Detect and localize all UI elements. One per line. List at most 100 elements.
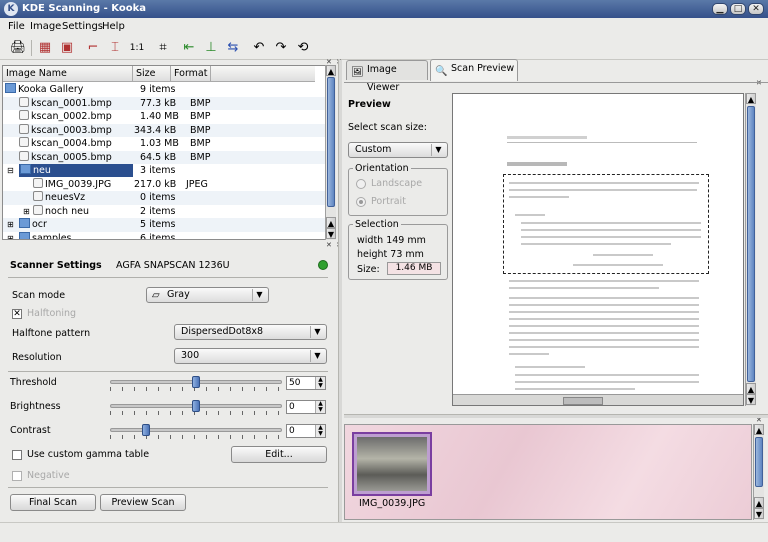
scroll-up-icon[interactable]: ▲	[754, 424, 764, 435]
tree-row-name: kscan_0001.bmp	[31, 97, 112, 109]
tree-row[interactable]: IMG_0039.JPG 217.0 kB JPEG	[3, 177, 325, 192]
thumbnail-image[interactable]	[352, 432, 432, 496]
tab-scan-preview[interactable]: 🔍 Scan Preview	[430, 59, 518, 81]
slider-handle[interactable]	[192, 376, 200, 388]
tree-row[interactable]: neuesVz 0 items	[3, 191, 325, 205]
expand-icon[interactable]: ⊞	[7, 218, 14, 231]
gallery-tree[interactable]: Image Name Size Format Kooka Gallery 9 it…	[2, 65, 326, 240]
menu-file[interactable]: File	[8, 21, 25, 32]
scroll-up-icon[interactable]: ▲	[326, 65, 336, 76]
scan-size-label: Select scan size:	[348, 122, 427, 133]
scroll-thumb[interactable]	[563, 397, 603, 405]
doc-header-rule	[507, 142, 697, 143]
portrait-radio[interactable]	[356, 197, 366, 207]
preview-scrollbar[interactable]: ▲ ▲ ▼	[745, 93, 756, 406]
fit-width-icon[interactable]: ⇤	[179, 38, 199, 58]
tree-row[interactable]: kscan_0004.bmp 1.03 MB BMP	[3, 137, 325, 151]
brightness-spinbox[interactable]: 0 ▲ ▼	[286, 400, 326, 414]
threshold-slider[interactable]	[110, 376, 282, 392]
expand-icon[interactable]: ⊞	[23, 205, 30, 218]
scroll-thumb[interactable]	[327, 77, 335, 207]
threshold-spinbox[interactable]: 50 ▲ ▼	[286, 376, 326, 390]
flip-icon[interactable]: ⇆	[223, 38, 243, 58]
tab-label: Scan Preview	[451, 63, 515, 74]
vertical-splitter[interactable]	[338, 60, 342, 522]
tree-row[interactable]: Kooka Gallery 9 items	[3, 83, 325, 97]
horizontal-splitter[interactable]	[344, 414, 768, 418]
scroll-up-icon[interactable]: ▲	[746, 93, 756, 104]
tree-scrollbar[interactable]: ▲ ▲ ▼	[325, 65, 336, 240]
collapse-icon[interactable]: ⊟	[7, 164, 14, 177]
column-header-format[interactable]: Format	[171, 66, 211, 82]
contrast-spinbox[interactable]: 0 ▲ ▼	[286, 424, 326, 438]
thumbnail-scrollbar[interactable]: ▲ ▲ ▼	[753, 424, 764, 520]
rotate-left-icon[interactable]: ↶	[249, 38, 269, 58]
chevron-down-icon: ▼	[431, 144, 445, 156]
actual-size-icon[interactable]: 1:1	[127, 38, 147, 58]
brightness-slider[interactable]	[110, 400, 282, 416]
halftone-pattern-select[interactable]: DispersedDot8x8 ▼	[174, 324, 327, 340]
menu-help[interactable]: Help	[102, 21, 125, 32]
doc-section-heading	[507, 162, 567, 166]
column-header-size[interactable]: Size	[133, 66, 171, 82]
slider-handle[interactable]	[192, 400, 200, 412]
scan-size-select[interactable]: Custom ▼	[348, 142, 448, 158]
spin-arrows-icon[interactable]: ▲ ▼	[315, 377, 325, 389]
halftoning-checkbox[interactable]: ✕	[12, 309, 22, 319]
maximize-button[interactable]: □	[730, 3, 746, 15]
mirror-icon[interactable]: ⌶	[105, 38, 125, 58]
scroll-down-icon[interactable]: ▼	[746, 394, 756, 405]
edit-gamma-button[interactable]: Edit...	[231, 446, 327, 463]
spin-arrows-icon[interactable]: ▲ ▼	[315, 401, 325, 413]
spin-arrows-icon[interactable]: ▲ ▼	[315, 425, 325, 437]
save-icon[interactable]: ▣	[57, 38, 77, 58]
slider-handle[interactable]	[142, 424, 150, 436]
tree-row[interactable]: ⊞ noch neu 2 items	[3, 204, 325, 219]
tree-row-name: kscan_0002.bmp	[31, 111, 112, 122]
column-header-name[interactable]: Image Name	[3, 66, 133, 82]
scan-mode-select[interactable]: ▱ Gray ▼	[146, 287, 269, 303]
final-scan-button[interactable]: Final Scan	[10, 494, 96, 511]
resolution-select[interactable]: 300 ▼	[174, 348, 327, 364]
crop-icon[interactable]: ⌐	[83, 38, 103, 58]
tree-row[interactable]: kscan_0005.bmp 64.5 kB BMP	[3, 150, 325, 164]
expand-icon[interactable]: ⊞	[7, 232, 14, 240]
contrast-slider[interactable]	[110, 424, 282, 440]
tab-image-viewer[interactable]: 🖼 Image Viewer	[346, 60, 428, 93]
scroll-up-icon[interactable]: ▲	[754, 497, 764, 508]
scroll-down-icon[interactable]: ▼	[326, 228, 336, 239]
menu-image[interactable]: Image	[30, 21, 61, 32]
menu-settings[interactable]: Settings	[62, 21, 103, 32]
rotate-right-icon[interactable]: ↷	[271, 38, 291, 58]
tree-row[interactable]: ⊞ samples 6 items	[3, 231, 325, 240]
doc-formula	[573, 264, 663, 266]
menu-bar: File Image Settings Help	[0, 18, 768, 36]
preview-scan-button[interactable]: Preview Scan	[100, 494, 186, 511]
tree-row[interactable]: kscan_0002.bmp 1.40 MB BMP	[3, 110, 325, 124]
landscape-radio[interactable]	[356, 179, 366, 189]
selection-group: Selection width 149 mm height 73 mm Size…	[348, 219, 448, 280]
minimize-button[interactable]: ▁	[712, 3, 728, 15]
scroll-thumb[interactable]	[747, 106, 755, 382]
tree-row[interactable]: kscan_0003.bmp 343.4 kB BMP	[3, 123, 325, 137]
fit-height-icon[interactable]: ⊥	[201, 38, 221, 58]
preview-icon[interactable]: ▦	[35, 38, 55, 58]
scroll-up-icon[interactable]: ▲	[326, 217, 336, 228]
radio-dot	[359, 200, 363, 204]
negative-checkbox[interactable]	[12, 471, 22, 481]
scan-preview-image[interactable]	[452, 93, 744, 406]
scan-icon[interactable]: 🖨	[8, 38, 28, 58]
scroll-up-icon[interactable]: ▲	[746, 383, 756, 394]
scroll-down-icon[interactable]: ▼	[754, 508, 764, 519]
close-button[interactable]: ✕	[748, 3, 764, 15]
tree-row-selected[interactable]: ⊟ neu 3 items	[3, 164, 325, 178]
rotate-180-icon[interactable]: ⟲	[293, 38, 313, 58]
tree-row-size: 1.03 MB	[140, 138, 179, 149]
tree-row[interactable]: ⊞ ocr 5 items	[3, 218, 325, 232]
scale-icon[interactable]: ⌗	[153, 38, 173, 58]
tree-row[interactable]: kscan_0001.bmp 77.3 kB BMP	[3, 96, 325, 110]
doc-text-line	[521, 243, 671, 245]
horizontal-scrollbar[interactable]	[453, 394, 743, 405]
scroll-thumb[interactable]	[755, 437, 763, 487]
custom-gamma-checkbox[interactable]	[12, 450, 22, 460]
